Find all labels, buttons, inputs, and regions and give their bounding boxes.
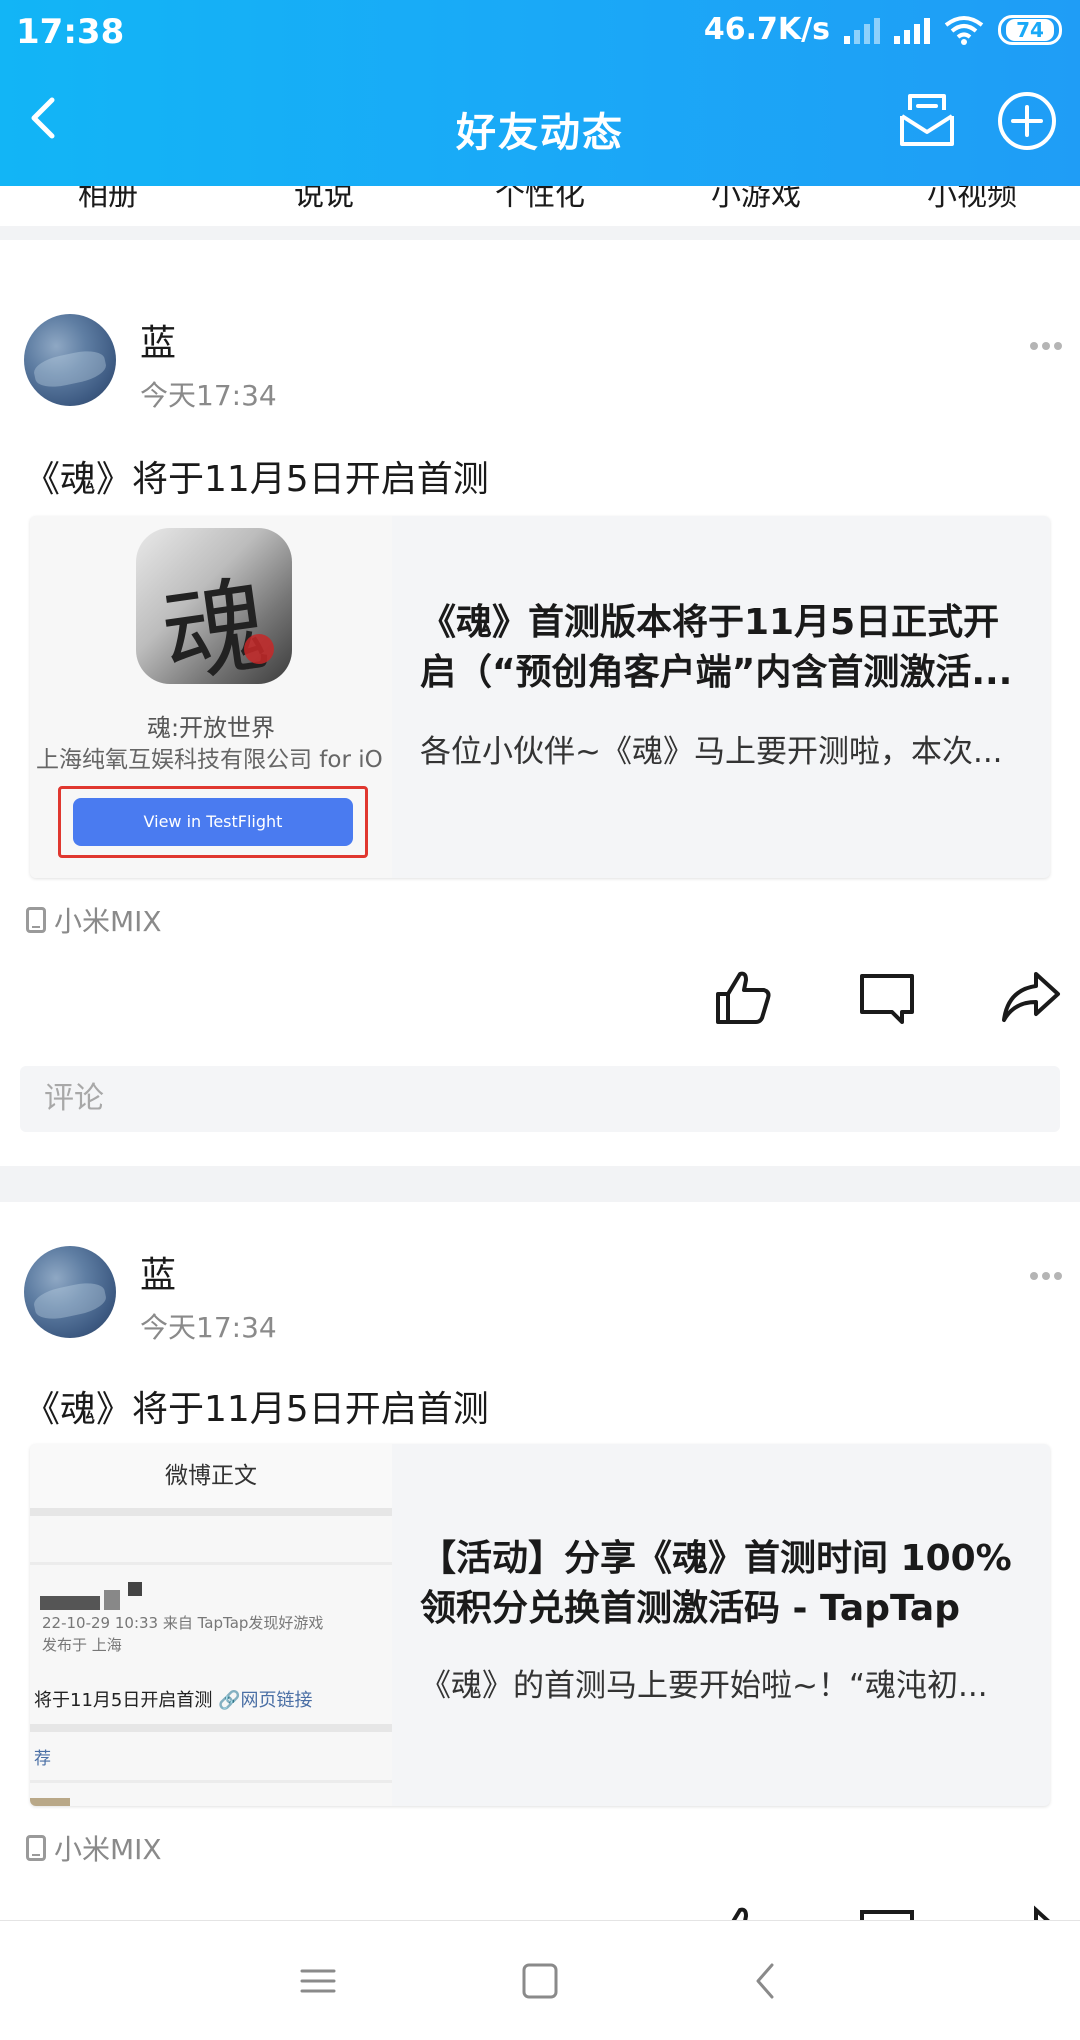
back-icon[interactable] <box>742 1957 790 2005</box>
feed-post: 蓝 今天17:34 《魂》将于11月5日开启首测 微博正文 22-10-29 1… <box>0 1202 1080 1963</box>
nav-bar: 好友动态 <box>0 66 1080 186</box>
battery-icon: 74 <box>998 14 1062 45</box>
thumb-divider <box>30 1724 392 1732</box>
thumb-text: 将于11月5日开启首测 🔗网页链接 <box>34 1686 313 1712</box>
thumb-header: 微博正文 <box>30 1444 392 1508</box>
device-source: 小米MIX <box>26 900 162 940</box>
status-indicators: 46.7K/s 74 <box>704 12 1062 47</box>
thumb-post-text: 将于11月5日开启首测 <box>34 1690 213 1711</box>
card-description: 《魂》的首测马上要开始啦~！“魂沌初... <box>420 1668 988 1704</box>
more-icon[interactable] <box>1028 1270 1064 1282</box>
share-icon[interactable] <box>1000 966 1062 1028</box>
battery-level: 74 <box>1006 18 1054 41</box>
post-text: 《魂》将于11月5日开启首测 <box>24 459 489 500</box>
thumb-company: 上海纯氧互娱科技有限公司 for iO <box>36 747 383 773</box>
app-icon-glyph: 魂 <box>155 563 276 684</box>
status-bar: 17:38 46.7K/s 74 <box>0 0 1080 66</box>
mailbox-icon[interactable] <box>896 90 958 152</box>
card-thumbnail: 魂 魂:开放世界 上海纯氧互娱科技有限公司 for iO View in Tes… <box>30 516 392 878</box>
signal-icon <box>844 16 880 44</box>
link-card[interactable]: 魂 魂:开放世界 上海纯氧互娱科技有限公司 for iO View in Tes… <box>30 516 1050 878</box>
device-name: 小米MIX <box>54 905 162 938</box>
redacted-block <box>30 1798 70 1806</box>
card-title: 《魂》首测版本将于11月5日正式开启（“预创角客户端”内含首测激活... <box>420 602 1013 693</box>
comment-icon[interactable] <box>856 966 918 1028</box>
post-separator <box>0 1166 1080 1202</box>
thumb-link: 🔗网页链接 <box>218 1690 313 1711</box>
like-icon[interactable] <box>712 966 774 1028</box>
thumb-divider <box>30 1780 392 1783</box>
feed-post: 蓝 今天17:34 《魂》将于11月5日开启首测 魂 魂:开放世界 上海纯氧互娱… <box>0 240 1080 1166</box>
thumb-footer: 荐 <box>34 1749 51 1769</box>
card-title: 【活动】分享《魂》首测时间 100%领积分兑换首测激活码 - TapTap <box>420 1538 1012 1629</box>
post-username[interactable]: 蓝 <box>140 314 176 366</box>
thumb-app-name: 魂:开放世界 <box>146 714 276 742</box>
redacted-block <box>128 1582 142 1596</box>
comment-input[interactable]: 评论 <box>20 1066 1060 1132</box>
post-username[interactable]: 蓝 <box>140 1246 176 1298</box>
device-name: 小米MIX <box>54 1833 162 1866</box>
app-icon-accent <box>244 634 274 664</box>
card-description: 各位小伙伴~《魂》马上要开测啦，本次... <box>420 734 1003 770</box>
post-text: 《魂》将于11月5日开启首测 <box>24 1389 489 1430</box>
redacted-block <box>104 1590 120 1610</box>
system-nav-bar <box>0 1920 1080 2040</box>
signal-icon <box>894 16 930 44</box>
phone-icon <box>26 907 46 933</box>
menu-icon[interactable] <box>294 1957 342 2005</box>
app-icon: 魂 <box>136 528 292 684</box>
thumb-meta: 发布于 上海 <box>42 1636 122 1654</box>
device-source: 小米MIX <box>26 1828 162 1868</box>
home-icon[interactable] <box>516 1957 564 2005</box>
redacted-block <box>40 1596 100 1610</box>
thumb-divider <box>30 1508 392 1516</box>
avatar[interactable] <box>24 314 116 406</box>
net-speed: 46.7K/s <box>703 12 830 47</box>
phone-icon <box>26 1835 46 1861</box>
highlight-frame: View in TestFlight <box>58 786 368 858</box>
link-card[interactable]: 微博正文 22-10-29 10:33 来自 TapTap发现好游戏 发布于 上… <box>30 1444 1050 1806</box>
wifi-icon <box>944 15 984 45</box>
avatar[interactable] <box>24 1246 116 1338</box>
more-icon[interactable] <box>1028 340 1064 352</box>
plus-circle-icon[interactable] <box>996 90 1058 152</box>
thumb-divider <box>30 1562 392 1565</box>
post-time: 今天17:34 <box>140 1311 277 1344</box>
app-header: 17:38 46.7K/s 74 好友动态 <box>0 0 1080 186</box>
status-time: 17:38 <box>16 12 125 52</box>
post-time: 今天17:34 <box>140 379 277 412</box>
card-thumbnail: 微博正文 22-10-29 10:33 来自 TapTap发现好游戏 发布于 上… <box>30 1444 392 1806</box>
section-divider <box>0 226 1080 240</box>
testflight-button: View in TestFlight <box>73 798 353 846</box>
thumb-meta: 22-10-29 10:33 来自 TapTap发现好游戏 <box>42 1614 324 1632</box>
post-actions <box>0 966 1080 1036</box>
